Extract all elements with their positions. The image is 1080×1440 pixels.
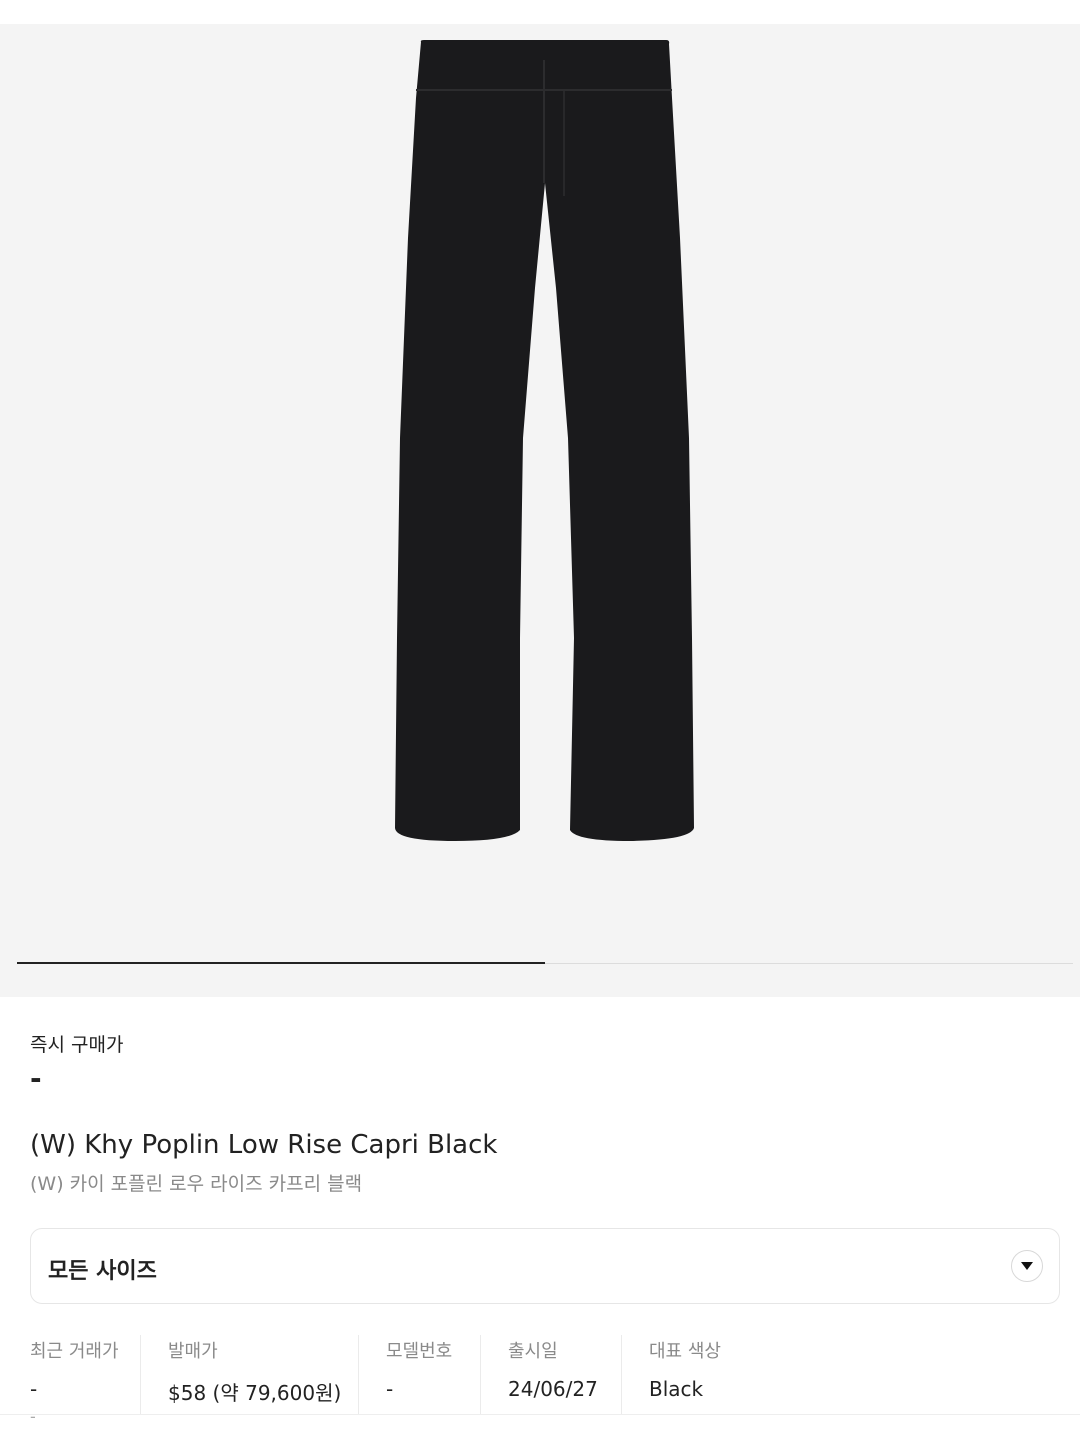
divider (480, 1335, 481, 1415)
gallery-progress-track (17, 962, 1073, 964)
info-release-price: 발매가 $58 (약 79,600원) (168, 1335, 341, 1415)
size-select[interactable]: 모든 사이즈 (30, 1228, 1060, 1304)
product-image-gallery[interactable] (0, 24, 1080, 997)
info-model-number: 모델번호 - (386, 1335, 452, 1415)
divider (0, 1414, 1080, 1415)
info-release-date: 출시일 24/06/27 (508, 1335, 598, 1415)
recent-trade-label: 최근 거래가 (30, 1341, 119, 1362)
release-price-value: $58 (약 79,600원) (168, 1381, 342, 1405)
release-date-label: 출시일 (508, 1341, 558, 1362)
model-number-label: 모델번호 (386, 1341, 453, 1362)
divider (621, 1335, 622, 1415)
color-value: Black (649, 1377, 704, 1401)
info-color: 대표 색상 Black (649, 1335, 721, 1415)
release-date-value: 24/06/27 (508, 1377, 598, 1401)
release-price-label: 발매가 (168, 1341, 218, 1362)
product-subtitle-ko: (W) 카이 포플린 로우 라이즈 카프리 블랙 (30, 1173, 363, 1195)
instant-buy-price: - (30, 1062, 42, 1095)
size-select-label: 모든 사이즈 (48, 1259, 157, 1284)
recent-trade-sub: - (30, 1407, 36, 1426)
product-info-row: 최근 거래가 - - 발매가 $58 (약 79,600원) 모델번호 - 출시… (0, 1335, 1080, 1426)
model-number-value: - (386, 1377, 394, 1401)
product-title: (W) Khy Poplin Low Rise Capri Black (30, 1130, 498, 1160)
divider (140, 1335, 141, 1415)
color-label: 대표 색상 (649, 1341, 721, 1362)
divider (358, 1335, 359, 1415)
info-recent-trade: 최근 거래가 - - (30, 1335, 119, 1426)
instant-buy-label: 즉시 구매가 (30, 1034, 124, 1056)
gallery-progress-fill (17, 962, 545, 964)
chevron-down-icon[interactable] (1011, 1250, 1043, 1282)
product-image (395, 40, 694, 841)
recent-trade-value: - (30, 1377, 38, 1401)
